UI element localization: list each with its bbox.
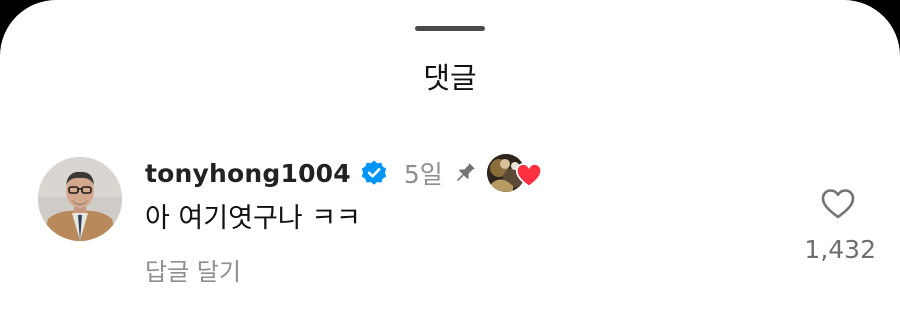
comment-text: 아 여기엿구나 ㅋㅋ	[145, 203, 361, 234]
reply-button[interactable]: 답글 달기	[145, 254, 241, 290]
pin-icon	[453, 161, 477, 185]
avatar[interactable]	[38, 157, 122, 241]
like-button[interactable]	[818, 186, 858, 226]
username-link[interactable]: tonyhong1004	[145, 159, 351, 188]
comments-sheet: 댓글 tonyhong1004 5일 아 여기엿구나 ㅋㅋ 답글 달기 1,43…	[0, 0, 900, 313]
sheet-title: 댓글	[423, 61, 477, 95]
verified-badge-icon	[360, 159, 388, 187]
comment-time: 5일	[403, 160, 443, 189]
like-count: 1,432	[804, 235, 876, 264]
drag-handle[interactable]	[415, 26, 485, 31]
heart-filled-icon	[515, 162, 543, 188]
heart-outline-icon	[820, 188, 856, 224]
comment-header: tonyhong1004 5일	[145, 151, 545, 195]
author-liked-indicator	[486, 153, 545, 193]
